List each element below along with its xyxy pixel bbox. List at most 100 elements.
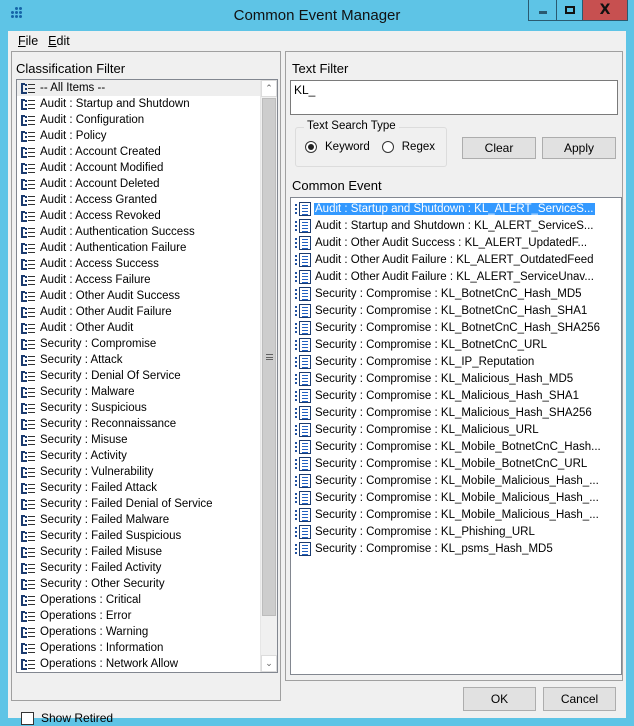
classification-item[interactable]: Security : Failed Suspicious xyxy=(17,528,260,544)
ok-button[interactable]: OK xyxy=(463,687,536,711)
classification-item[interactable]: Security : Failed Denial of Service xyxy=(17,496,260,512)
menu-edit[interactable]: Edit xyxy=(43,34,75,48)
classification-item[interactable]: Operations : Network Allow xyxy=(17,656,260,672)
classification-item[interactable]: Audit : Other Audit Success xyxy=(17,288,260,304)
show-retired-label: Show Retired xyxy=(41,711,114,725)
classification-item-label: -- All Items -- xyxy=(40,82,106,94)
classification-item[interactable]: Security : Attack xyxy=(17,352,260,368)
classification-item[interactable]: Audit : Authentication Success xyxy=(17,224,260,240)
common-event-item[interactable]: Security : Compromise : KL_psms_Hash_MD5 xyxy=(291,540,621,557)
common-event-item[interactable]: Audit : Other Audit Success : KL_ALERT_U… xyxy=(291,234,621,251)
event-document-icon xyxy=(295,541,312,556)
common-event-item[interactable]: Security : Compromise : KL_Mobile_Botnet… xyxy=(291,438,621,455)
classification-item[interactable]: Operations : Information xyxy=(17,640,260,656)
classification-item[interactable]: Operations : Error xyxy=(17,608,260,624)
classification-item[interactable]: Audit : Startup and Shutdown xyxy=(17,96,260,112)
classification-item[interactable]: Audit : Access Success xyxy=(17,256,260,272)
text-search-type-label: Text Search Type xyxy=(304,120,399,132)
classification-item[interactable]: Operations : Warning xyxy=(17,624,260,640)
classification-item-label: Security : Denial Of Service xyxy=(40,370,181,382)
classification-scrollbar[interactable]: ⌃ ⌄ xyxy=(260,80,277,672)
classification-filter-list[interactable]: -- All Items -- Audit : Startup and Shutd… xyxy=(16,79,278,673)
common-event-item[interactable]: Security : Compromise : KL_Malicious_Has… xyxy=(291,370,621,387)
classification-item-label: Security : Compromise xyxy=(40,338,157,350)
classification-item[interactable]: Security : Suspicious xyxy=(17,400,260,416)
classification-item[interactable]: Audit : Other Audit xyxy=(17,320,260,336)
classification-item[interactable]: Security : Malware xyxy=(17,384,260,400)
classification-item[interactable]: Security : Failed Attack xyxy=(17,480,260,496)
scroll-up-button[interactable]: ⌃ xyxy=(261,80,277,97)
show-retired-box[interactable] xyxy=(21,711,34,725)
classification-item[interactable]: Security : Failed Misuse xyxy=(17,544,260,560)
classification-item[interactable]: Security : Activity xyxy=(17,448,260,464)
classification-item[interactable]: Audit : Configuration xyxy=(17,112,260,128)
classification-item[interactable]: Audit : Account Modified xyxy=(17,160,260,176)
close-button[interactable]: X xyxy=(582,0,628,21)
clear-button[interactable]: Clear xyxy=(462,137,536,159)
common-event-item[interactable]: Security : Compromise : KL_IP_Reputation xyxy=(291,353,621,370)
classification-item[interactable]: Audit : Access Revoked xyxy=(17,208,260,224)
regex-radio[interactable] xyxy=(381,141,394,153)
classification-item[interactable]: Audit : Access Failure xyxy=(17,272,260,288)
common-event-item[interactable]: Audit : Startup and Shutdown : KL_ALERT_… xyxy=(291,217,621,234)
classification-item-label: Security : Vulnerability xyxy=(40,466,154,478)
classification-item[interactable]: -- All Items -- xyxy=(17,80,260,96)
maximize-button[interactable] xyxy=(556,0,582,21)
common-event-item[interactable]: Audit : Other Audit Failure : KL_ALERT_S… xyxy=(291,268,621,285)
common-event-item[interactable]: Audit : Other Audit Failure : KL_ALERT_O… xyxy=(291,251,621,268)
scroll-thumb[interactable] xyxy=(262,98,276,616)
scroll-down-button[interactable]: ⌄ xyxy=(261,655,277,672)
common-event-item[interactable]: Security : Compromise : KL_Malicious_Has… xyxy=(291,404,621,421)
classification-list-icon xyxy=(20,114,36,127)
common-event-item[interactable]: Security : Compromise : KL_BotnetCnC_Has… xyxy=(291,319,621,336)
event-document-icon xyxy=(295,405,312,420)
classification-item[interactable]: Security : Reconnaissance xyxy=(17,416,260,432)
common-event-item-label: Security : Compromise : KL_IP_Reputation xyxy=(315,355,535,368)
classification-item[interactable]: Security : Vulnerability xyxy=(17,464,260,480)
common-event-item[interactable]: Security : Compromise : KL_Mobile_Botnet… xyxy=(291,455,621,472)
classification-item[interactable]: Audit : Other Audit Failure xyxy=(17,304,260,320)
classification-item[interactable]: Security : Failed Malware xyxy=(17,512,260,528)
text-filter-label: Text Filter xyxy=(292,61,349,76)
keyword-radio[interactable] xyxy=(305,141,317,153)
common-event-list[interactable]: Audit : Startup and Shutdown : KL_ALERT_… xyxy=(290,197,622,675)
title-bar[interactable]: Common Event Manager X xyxy=(0,0,634,31)
classification-item-label: Audit : Other Audit Success xyxy=(40,290,180,302)
common-event-item[interactable]: Security : Compromise : KL_Mobile_Malici… xyxy=(291,489,621,506)
classification-item[interactable]: Audit : Policy xyxy=(17,128,260,144)
classification-item[interactable]: Audit : Access Granted xyxy=(17,192,260,208)
classification-item[interactable]: Security : Other Security xyxy=(17,576,260,592)
classification-item[interactable]: Audit : Account Deleted xyxy=(17,176,260,192)
menu-file[interactable]: File xyxy=(13,34,43,48)
regex-radio-label[interactable]: Regex xyxy=(402,141,435,153)
classification-item[interactable]: Security : Compromise xyxy=(17,336,260,352)
common-event-item[interactable]: Security : Compromise : KL_BotnetCnC_URL xyxy=(291,336,621,353)
cancel-button[interactable]: Cancel xyxy=(543,687,616,711)
minimize-button[interactable] xyxy=(528,0,556,21)
common-event-item[interactable]: Security : Compromise : KL_BotnetCnC_Has… xyxy=(291,285,621,302)
common-event-item-label: Security : Compromise : KL_Malicious_Has… xyxy=(315,406,592,419)
right-panel: Text Filter KL_ Text Search Type Keyword… xyxy=(285,51,623,681)
text-filter-input[interactable]: KL_ xyxy=(290,80,618,115)
classification-item[interactable]: Security : Misuse xyxy=(17,432,260,448)
classification-list-icon xyxy=(20,130,36,143)
common-event-item[interactable]: Security : Compromise : KL_Malicious_Has… xyxy=(291,387,621,404)
event-document-icon xyxy=(295,371,312,386)
common-event-item[interactable]: Security : Compromise : KL_BotnetCnC_Has… xyxy=(291,302,621,319)
keyword-radio-label[interactable]: Keyword xyxy=(325,141,370,153)
classification-list-items: -- All Items -- Audit : Startup and Shutd… xyxy=(17,80,260,672)
classification-item[interactable]: Audit : Authentication Failure xyxy=(17,240,260,256)
classification-item[interactable]: Operations : Critical xyxy=(17,592,260,608)
common-event-item[interactable]: Security : Compromise : KL_Mobile_Malici… xyxy=(291,472,621,489)
show-retired-checkbox[interactable]: Show Retired xyxy=(21,711,113,725)
classification-item[interactable]: Security : Denial Of Service xyxy=(17,368,260,384)
classification-item-label: Security : Reconnaissance xyxy=(40,418,177,430)
apply-button[interactable]: Apply xyxy=(542,137,616,159)
chevron-up-icon: ⌃ xyxy=(265,83,273,93)
common-event-item[interactable]: Security : Compromise : KL_Phishing_URL xyxy=(291,523,621,540)
common-event-item[interactable]: Audit : Startup and Shutdown : KL_ALERT_… xyxy=(291,200,621,217)
common-event-item[interactable]: Security : Compromise : KL_Mobile_Malici… xyxy=(291,506,621,523)
classification-item[interactable]: Audit : Account Created xyxy=(17,144,260,160)
common-event-item[interactable]: Security : Compromise : KL_Malicious_URL xyxy=(291,421,621,438)
classification-item[interactable]: Security : Failed Activity xyxy=(17,560,260,576)
